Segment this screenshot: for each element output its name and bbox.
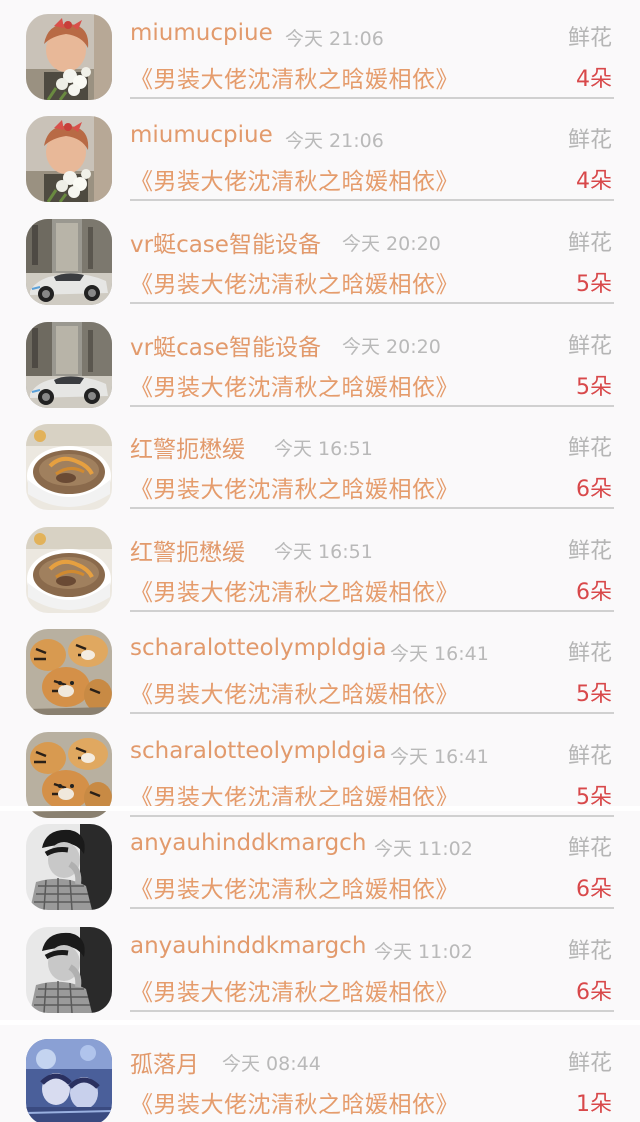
book-title-link[interactable]: 《男装大佬沈清秋之晗媛相依》: [130, 675, 459, 709]
row-divider: [130, 610, 614, 612]
book-title-link[interactable]: 《男装大佬沈清秋之晗媛相依》: [130, 162, 459, 196]
username[interactable]: 红警扼懋缓: [130, 430, 245, 464]
gift-time: 今天 20:20: [342, 336, 441, 358]
gift-type-label: 鲜花: [567, 436, 612, 461]
book-title-link[interactable]: 《男装大佬沈清秋之晗媛相依》: [130, 1085, 459, 1119]
gift-time: 今天 16:51: [274, 541, 373, 563]
gift-record-row[interactable]: vr蜓case智能设备 今天 20:20 鲜花《男装大佬沈清秋之晗媛相依》 5朵: [0, 308, 640, 410]
gift-count: 4朵: [576, 67, 612, 92]
user-avatar[interactable]: [26, 629, 112, 715]
gift-record-row[interactable]: 红警扼懋缓 今天 16:51 鲜花《男装大佬沈清秋之晗媛相依》 6朵: [0, 513, 640, 615]
gift-type-label: 鲜花: [567, 939, 612, 964]
section-seam: [0, 1020, 640, 1025]
username[interactable]: scharalotteolympldgia: [130, 738, 387, 764]
gift-type-label: 鲜花: [567, 1051, 612, 1076]
row-divider: [130, 1010, 614, 1012]
gift-time: 今天 11:02: [374, 838, 473, 860]
gift-count: 6朵: [576, 580, 612, 605]
gift-type-label: 鲜花: [567, 26, 612, 51]
user-avatar[interactable]: [26, 527, 112, 613]
row-divider: [130, 907, 614, 909]
user-avatar[interactable]: [26, 219, 112, 305]
gift-record-row[interactable]: anyauhinddkmargch 今天 11:02 鲜花《男装大佬沈清秋之晗媛相依…: [0, 913, 640, 1015]
row-divider: [130, 405, 614, 407]
username[interactable]: miumucpiue: [130, 20, 273, 46]
user-avatar[interactable]: [26, 927, 112, 1013]
username[interactable]: anyauhinddkmargch: [130, 830, 366, 856]
gift-record-row[interactable]: vr蜓case智能设备 今天 20:20 鲜花《男装大佬沈清秋之晗媛相依》 5朵: [0, 205, 640, 307]
user-avatar[interactable]: [26, 424, 112, 510]
username[interactable]: 红警扼懋缓: [130, 533, 245, 567]
book-title-link[interactable]: 《男装大佬沈清秋之晗媛相依》: [130, 870, 459, 904]
gift-time: 今天 08:44: [222, 1053, 321, 1075]
row-divider: [130, 302, 614, 304]
gift-type-label: 鲜花: [567, 231, 612, 256]
book-title-link[interactable]: 《男装大佬沈清秋之晗媛相依》: [130, 265, 459, 299]
row-divider: [130, 507, 614, 509]
gift-record-row[interactable]: miumucpiue 今天 21:06 鲜花《男装大佬沈清秋之晗媛相依》 4朵: [0, 102, 640, 204]
gift-count: 5朵: [576, 682, 612, 707]
book-title-link[interactable]: 《男装大佬沈清秋之晗媛相依》: [130, 573, 459, 607]
gift-count: 5朵: [576, 375, 612, 400]
book-title-link[interactable]: 《男装大佬沈清秋之晗媛相依》: [130, 60, 459, 94]
username[interactable]: vr蜓case智能设备: [130, 328, 321, 362]
gift-count: 6朵: [576, 877, 612, 902]
row-divider: [130, 97, 614, 99]
username[interactable]: scharalotteolympldgia: [130, 635, 387, 661]
gift-type-label: 鲜花: [567, 334, 612, 359]
gift-time: 今天 21:06: [285, 130, 384, 152]
gift-record-row[interactable]: scharalotteolympldgia 今天 16:41 鲜花 《男装大佬沈清秋之…: [0, 718, 640, 820]
book-title-link[interactable]: 《男装大佬沈清秋之晗媛相依》: [130, 470, 459, 504]
row-divider: [130, 199, 614, 201]
gift-time: 今天 21:06: [285, 28, 384, 50]
user-avatar[interactable]: [26, 322, 112, 408]
gift-count: 5朵: [576, 272, 612, 297]
gift-type-label: 鲜花: [567, 128, 612, 153]
gift-time: 今天 20:20: [342, 233, 441, 255]
book-title-link[interactable]: 《男装大佬沈清秋之晗媛相依》: [130, 368, 459, 402]
gift-type-label: 鲜花: [567, 836, 612, 861]
row-divider: [130, 712, 614, 714]
username[interactable]: miumucpiue: [130, 122, 273, 148]
gift-type-label: 鲜花: [567, 641, 612, 666]
gift-record-row[interactable]: 孤落月 今天 08:44 鲜花《男装大佬沈清秋之晗媛相依》 1朵: [0, 1025, 640, 1122]
gift-record-row[interactable]: miumucpiue 今天 21:06 鲜花《男装大佬沈清秋之晗媛相依》 4朵: [0, 0, 640, 102]
gift-count: 4朵: [576, 169, 612, 194]
gift-time: 今天 16:41: [390, 643, 489, 665]
username[interactable]: anyauhinddkmargch: [130, 933, 366, 959]
section-seam: [0, 806, 640, 811]
gift-count: 1朵: [576, 1092, 612, 1117]
gift-time: 今天 16:51: [274, 438, 373, 460]
gift-record-row[interactable]: 红警扼懋缓 今天 16:51 鲜花《男装大佬沈清秋之晗媛相依》 6朵: [0, 410, 640, 512]
book-title-link[interactable]: 《男装大佬沈清秋之晗媛相依》: [130, 973, 459, 1007]
user-avatar[interactable]: [26, 14, 112, 100]
username[interactable]: vr蜓case智能设备: [130, 225, 321, 259]
gift-time: 今天 11:02: [374, 941, 473, 963]
gift-record-row[interactable]: scharalotteolympldgia 今天 16:41 鲜花《男装大佬沈清秋之…: [0, 615, 640, 717]
user-avatar[interactable]: [26, 1039, 112, 1122]
user-avatar[interactable]: [26, 824, 112, 910]
username[interactable]: 孤落月: [130, 1045, 199, 1079]
gift-type-label: 鲜花: [567, 539, 612, 564]
gift-count: 6朵: [576, 477, 612, 502]
gift-count: 6朵: [576, 980, 612, 1005]
flower-gift-list: miumucpiue 今天 21:06 鲜花 《男装大佬沈清秋之晗媛相依》 4朵 miu…: [0, 0, 640, 1122]
user-avatar[interactable]: [26, 116, 112, 202]
gift-time: 今天 16:41: [390, 746, 489, 768]
gift-type-label: 鲜花: [567, 744, 612, 769]
gift-record-row[interactable]: anyauhinddkmargch 今天 11:02 鲜花《男装大佬沈清秋之晗媛相依…: [0, 810, 640, 912]
